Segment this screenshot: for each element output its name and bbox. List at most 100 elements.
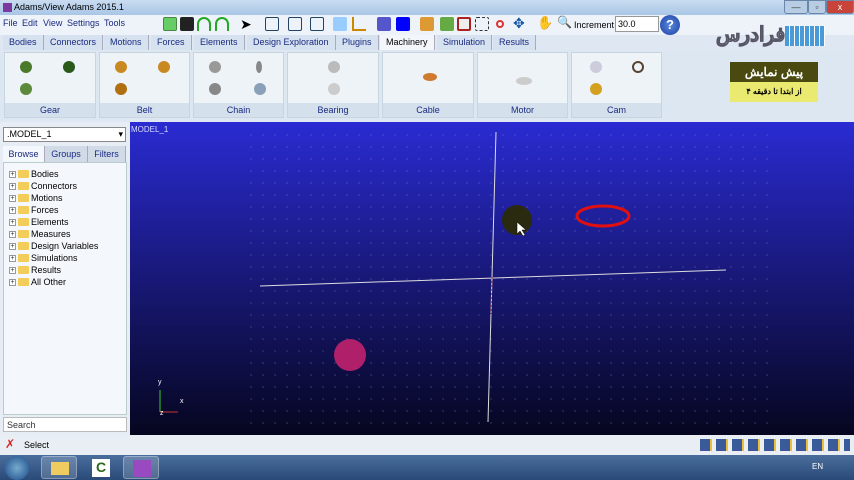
tab-browse[interactable]: Browse: [3, 146, 45, 162]
pink-body[interactable]: [334, 339, 366, 371]
tab-results[interactable]: Results: [493, 35, 537, 50]
cable-label: Cable: [383, 103, 473, 117]
gear-pair-icon[interactable]: [20, 61, 32, 73]
cam-follower-icon[interactable]: [590, 83, 602, 95]
view-iso-icon[interactable]: [333, 17, 347, 31]
tab-groups[interactable]: Groups: [45, 146, 88, 162]
triad-y-label: y: [158, 379, 162, 386]
expand-icon[interactable]: +: [9, 182, 16, 190]
tree-item-motions[interactable]: + Motions: [9, 193, 63, 203]
gear-rack-icon[interactable]: [63, 61, 75, 73]
new-icon[interactable]: [163, 17, 177, 31]
cable-icon[interactable]: [423, 73, 437, 81]
explorer-taskbar-icon[interactable]: [41, 456, 77, 479]
view-top-icon[interactable]: [288, 17, 302, 31]
rotate-icon[interactable]: ✥: [513, 15, 525, 32]
tree-item-forces[interactable]: + Forces: [9, 205, 59, 215]
3d-viewport[interactable]: MODEL_1 y x z: [130, 122, 854, 435]
logo-text: فرادرس: [715, 24, 786, 47]
tab-design-exploration[interactable]: Design Exploration: [247, 35, 336, 50]
tab-connectors[interactable]: Connectors: [44, 35, 104, 50]
gear-label: Gear: [5, 103, 95, 117]
tab-plugins[interactable]: Plugins: [336, 35, 379, 50]
chain-wheel-icon[interactable]: [254, 83, 266, 95]
tab-filters[interactable]: Filters: [88, 146, 126, 162]
model-select[interactable]: .MODEL_1 ▾: [3, 127, 126, 142]
redo-icon[interactable]: [215, 17, 229, 31]
cam-profile-icon[interactable]: [632, 61, 644, 73]
expand-icon[interactable]: +: [9, 278, 16, 286]
belt-system-icon[interactable]: [158, 61, 170, 73]
expand-icon[interactable]: +: [9, 218, 16, 226]
expand-icon[interactable]: +: [9, 206, 16, 214]
group-cable: Cable: [382, 52, 474, 118]
menu-file[interactable]: File: [3, 18, 18, 28]
expand-icon[interactable]: +: [9, 230, 16, 238]
expand-icon[interactable]: +: [9, 242, 16, 250]
minimize-button[interactable]: —: [784, 0, 808, 14]
zoom-fit-icon[interactable]: [457, 17, 471, 31]
tree-item-measures[interactable]: + Measures: [9, 229, 71, 239]
expand-icon[interactable]: +: [9, 194, 16, 202]
align-icon[interactable]: [420, 17, 434, 31]
zoom-box-icon[interactable]: [475, 17, 489, 31]
tree-item-connectors[interactable]: + Connectors: [9, 181, 77, 191]
zoom-icon[interactable]: 🔍: [557, 15, 572, 29]
coord-system-icon[interactable]: [352, 17, 366, 31]
view-side-icon[interactable]: [310, 17, 324, 31]
cam-plot-icon[interactable]: [590, 61, 602, 73]
bearing-plot-icon[interactable]: [328, 83, 340, 95]
help-icon[interactable]: ?: [660, 15, 680, 35]
belt-wrap-icon[interactable]: [115, 83, 127, 95]
search-input[interactable]: Search: [3, 417, 127, 432]
motor-icon[interactable]: [516, 77, 532, 85]
maximize-button[interactable]: ▫: [808, 0, 826, 14]
chain-link-icon[interactable]: [256, 61, 262, 73]
tab-simulation[interactable]: Simulation: [437, 35, 493, 50]
menu-settings[interactable]: Settings: [67, 18, 100, 28]
tab-bodies[interactable]: Bodies: [3, 35, 44, 50]
app-c-taskbar-icon[interactable]: C: [84, 456, 120, 479]
group-chain: Chain: [193, 52, 284, 118]
status-toolbar-icons[interactable]: [700, 439, 850, 451]
bearing-icon[interactable]: [328, 61, 340, 73]
start-button[interactable]: [5, 456, 29, 480]
close-button[interactable]: x: [826, 0, 854, 14]
belt-pulley-icon[interactable]: [115, 61, 127, 73]
language-indicator[interactable]: EN: [812, 462, 823, 471]
render-icon[interactable]: [396, 17, 410, 31]
tree-item-results[interactable]: + Results: [9, 265, 61, 275]
fit-icon[interactable]: [440, 17, 454, 31]
tree-item-bodies[interactable]: + Bodies: [9, 169, 59, 179]
undo-icon[interactable]: [197, 17, 211, 31]
menu-edit[interactable]: Edit: [22, 18, 38, 28]
adams-taskbar-icon[interactable]: [123, 456, 159, 479]
menu-tools[interactable]: Tools: [104, 18, 125, 28]
increment-input[interactable]: 30.0: [615, 16, 659, 32]
chain-sprocket-icon[interactable]: [209, 61, 221, 73]
tab-machinery[interactable]: Machinery: [380, 35, 435, 50]
save-icon[interactable]: [180, 17, 194, 31]
expand-icon[interactable]: +: [9, 266, 16, 274]
wireframe-icon[interactable]: [377, 17, 391, 31]
tree-label: Motions: [31, 193, 63, 203]
tab-forces[interactable]: Forces: [151, 35, 192, 50]
tree-item-elements[interactable]: + Elements: [9, 217, 69, 227]
center-icon[interactable]: [496, 20, 504, 28]
tree-item-design-variables[interactable]: + Design Variables: [9, 241, 98, 251]
menu-view[interactable]: View: [43, 18, 62, 28]
model-name: .MODEL_1: [7, 129, 52, 139]
chain-system-icon[interactable]: [209, 83, 221, 95]
tab-motions[interactable]: Motions: [104, 35, 149, 50]
select-arrow-icon[interactable]: ➤: [240, 16, 252, 33]
grid-dots: [250, 132, 770, 432]
gear-plot-icon[interactable]: [20, 83, 32, 95]
view-front-icon[interactable]: [265, 17, 279, 31]
tree-item-simulations[interactable]: + Simulations: [9, 253, 78, 263]
pan-icon[interactable]: ✋: [537, 15, 553, 31]
tree-item-all-other[interactable]: + All Other: [9, 277, 66, 287]
expand-icon[interactable]: +: [9, 170, 16, 178]
promo-title: پیش نمایش: [730, 62, 818, 82]
tab-elements[interactable]: Elements: [194, 35, 245, 50]
expand-icon[interactable]: +: [9, 254, 16, 262]
